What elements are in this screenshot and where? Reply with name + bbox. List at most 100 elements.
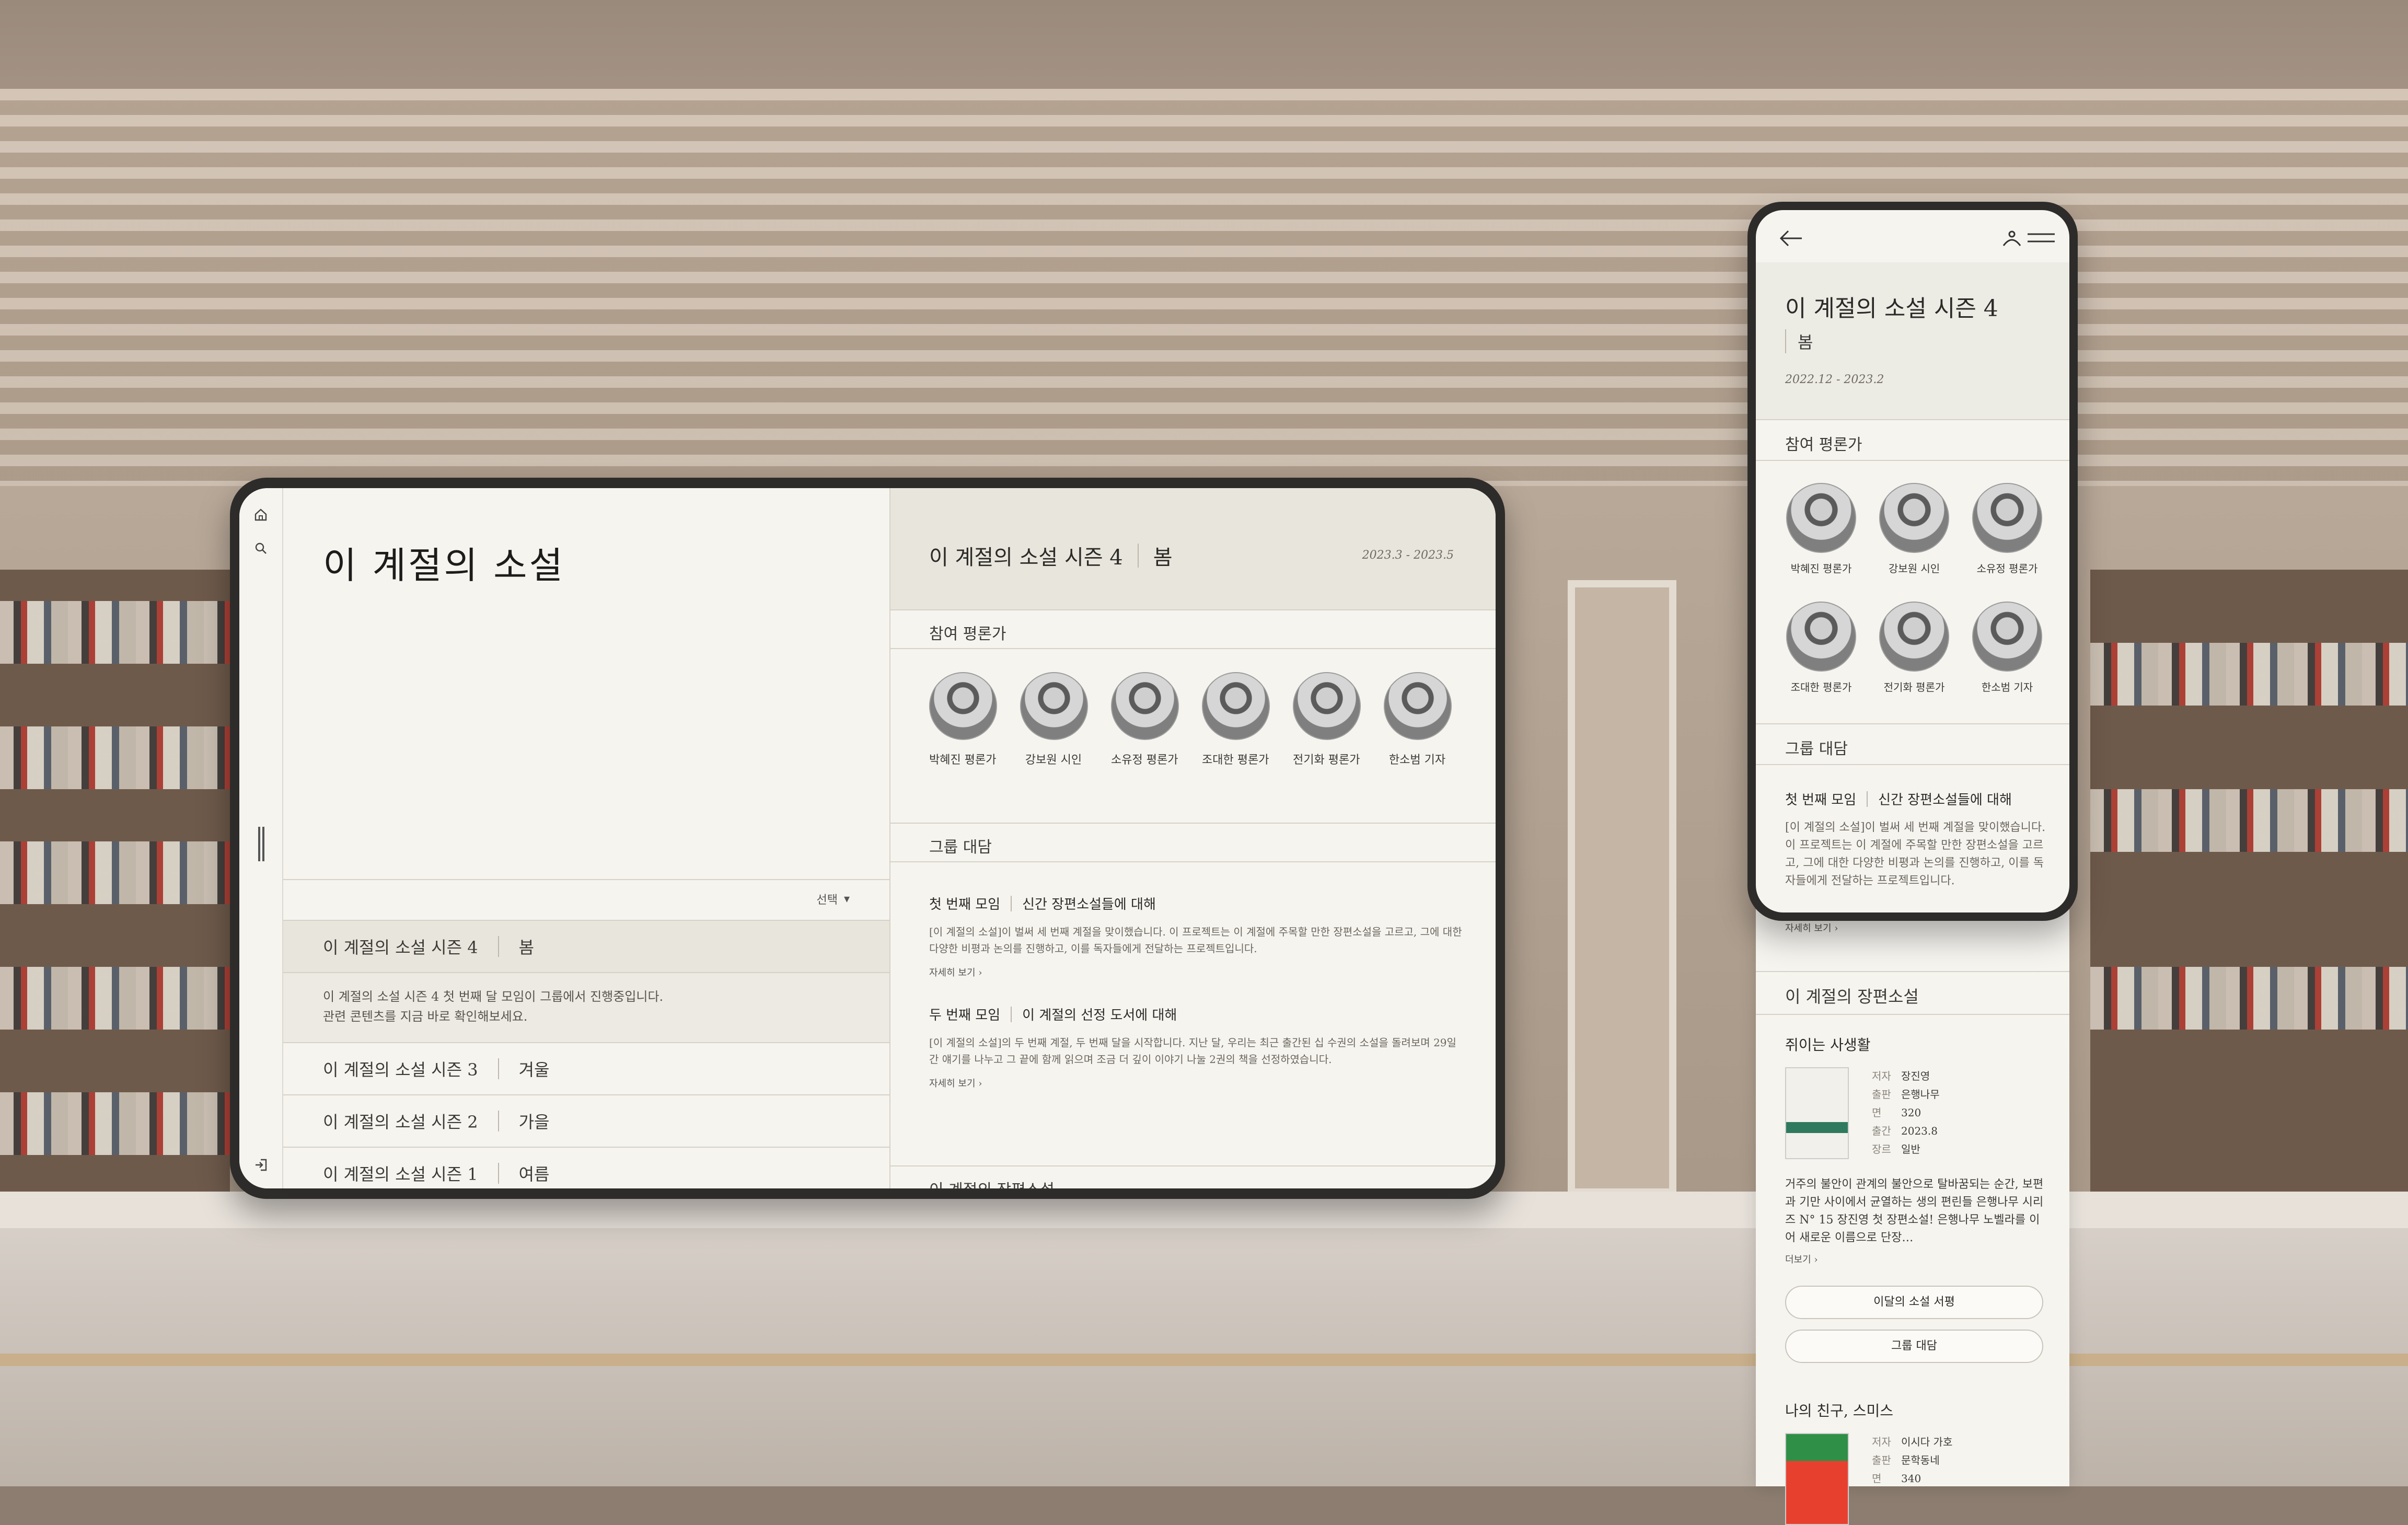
book-description: 거주의 불안이 관계의 불안으로 탈바꿈되는 순간, 보편과 기만 사이에서 균… (1785, 1178, 2044, 1244)
shelf-row (2090, 789, 2408, 852)
shelf-row (0, 841, 230, 904)
book-item[interactable]: 나의 친구, 스미스 저자 이시다 가호 출판 문학동네 면 340 (1785, 1400, 2046, 1525)
shelf-row (2090, 643, 2408, 706)
detail-date-range: 2023.3 - 2023.5 (1362, 549, 1454, 562)
critic-card[interactable]: 강보원 시인 (1878, 483, 1950, 575)
home-icon[interactable] (253, 507, 269, 523)
talk-heading: 그룹 대담 (929, 838, 992, 857)
critics-heading: 참여 평론가 (1785, 436, 1862, 454)
phone-top-bar (1756, 210, 2069, 262)
book-cover (1785, 1067, 1849, 1159)
season-name: 이 계절의 소설 시즌 1 (323, 1164, 478, 1184)
back-arrow-icon[interactable] (1779, 229, 1803, 250)
talk-item: 두 번째 모임 이 계절의 선정 도서에 대해 [이 계절의 소설]의 두 번째… (929, 1004, 1462, 1090)
season-list-pane: 이 계절의 소설 선택 ▾ 이 계절의 소설 시즌 4 봄 이 계절의 소설 시… (283, 488, 890, 1188)
critic-name: 소유정 평론가 (1976, 562, 2038, 575)
season-tag: 여름 (518, 1164, 550, 1184)
book-meta: 저자 장진영 출판 은행나무 면 320 출간 2023.8 장르 일반 (1872, 1067, 1940, 1159)
critic-card[interactable]: 조대한 평론가 (1785, 602, 1857, 694)
critic-name: 박혜진 평론가 (1790, 562, 1852, 575)
more-link[interactable]: 더보기 › (1785, 1252, 2046, 1266)
meta-key: 출간 (1872, 1125, 1891, 1137)
meta-key: 장르 (1872, 1143, 1891, 1156)
book-meta-row: 면 320 (1872, 1104, 1940, 1122)
book-info: 저자 이시다 가호 출판 문학동네 면 340 (1785, 1433, 2046, 1525)
talk-body: [이 계절의 소설]의 두 번째 계절, 두 번째 달을 시작합니다. 지난 달… (929, 1036, 1456, 1066)
menu-icon[interactable] (2028, 231, 2055, 248)
season-item-4[interactable]: 이 계절의 소설 시즌 4 봄 (283, 920, 889, 972)
meta-value: 은행나무 (1901, 1088, 1940, 1101)
critic-name: 한소범 기자 (1981, 681, 2033, 694)
read-more-link[interactable]: 자세히 보기 › (1785, 921, 1838, 934)
sort-dropdown[interactable]: 선택 ▾ (816, 891, 850, 907)
group-talk-button[interactable]: 그룹 대담 (1785, 1330, 2043, 1363)
shelf-row (0, 726, 230, 789)
profile-icon[interactable] (2001, 228, 2022, 251)
talk-body: [이 계절의 소설]이 벌써 세 번째 계절을 맞이했습니다. 이 프로젝트는 … (1785, 821, 2046, 887)
door (1568, 580, 1676, 1196)
phone-scroll-continuation: 자세히 보기 › 이 계절의 장편소설 쥐이는 사생활 저자 장진영 출판 은행나무… (1756, 909, 2069, 1525)
critic-card[interactable]: 한소범 기자 (1384, 672, 1452, 767)
season-desc-line: 이 계절의 소설 시즌 4 첫 번째 달 모임이 그룹에서 진행중입니다. (323, 989, 664, 1004)
avatar (1111, 672, 1179, 740)
season-item-2[interactable]: 이 계절의 소설 시즌 2 가을 (283, 1094, 889, 1147)
season-description: 이 계절의 소설 시즌 4 첫 번째 달 모임이 그룹에서 진행중입니다. 관련… (283, 972, 889, 1042)
app-title: 이 계절의 소설 (323, 544, 565, 587)
meta-key: 저자 (1872, 1070, 1891, 1082)
novels-heading: 이 계절의 장편소설 (929, 1177, 1055, 1188)
critic-card[interactable]: 박혜진 평론가 (929, 672, 997, 767)
critic-card[interactable]: 소유정 평론가 (1111, 672, 1179, 767)
critic-name: 조대한 평론가 (1202, 754, 1269, 767)
avatar (1202, 672, 1270, 740)
read-more-link[interactable]: 자세히 보기 › (929, 965, 1462, 979)
critic-name: 전기화 평론가 (1293, 754, 1360, 767)
critic-card[interactable]: 전기화 평론가 (1878, 602, 1950, 694)
nav-rail (239, 488, 283, 1188)
talk-title: 첫 번째 모임 신간 장편소설들에 대해 (929, 894, 1462, 913)
bookshelf-right (2090, 570, 2408, 1223)
critic-card[interactable]: 한소범 기자 (1971, 602, 2043, 694)
critic-card[interactable]: 박혜진 평론가 (1785, 483, 1857, 575)
divider (497, 1163, 499, 1184)
meta-key: 출판 (1872, 1454, 1891, 1466)
season-item-3[interactable]: 이 계절의 소설 시즌 3 겨울 (283, 1042, 889, 1094)
monthly-review-button[interactable]: 이달의 소설 서평 (1785, 1286, 2043, 1319)
tablet-screen: 이 계절의 소설 선택 ▾ 이 계절의 소설 시즌 4 봄 이 계절의 소설 시… (239, 488, 1496, 1188)
book-info: 저자 장진영 출판 은행나무 면 320 출간 2023.8 장르 일반 (1785, 1067, 2046, 1159)
detail-header: 이 계절의 소설 시즌 4 봄 2023.3 - 2023.5 (890, 488, 1496, 609)
detail-season-name: 이 계절의 소설 시즌 4 (929, 546, 1123, 570)
critics-section-header: 참여 평론가 (1756, 420, 2069, 461)
read-more-link[interactable]: 자세히 보기 › (929, 1076, 1462, 1090)
book-item[interactable]: 쥐이는 사생활 저자 장진영 출판 은행나무 면 320 출간 2023.8 장르 일반 … (1785, 1034, 2046, 1266)
season-item-1[interactable]: 이 계절의 소설 시즌 1 여름 (283, 1147, 889, 1188)
critic-name: 박혜진 평론가 (929, 754, 997, 767)
season-name: 이 계절의 소설 시즌 4 (323, 938, 478, 957)
critics-section-header: 참여 평론가 (890, 609, 1496, 649)
critics-row: 박혜진 평론가 강보원 시인 소유정 평론가 조대한 평론가 전기화 평론가 한… (929, 672, 1452, 767)
book-meta-row: 저자 장진영 (1872, 1067, 1940, 1085)
shelf-row (0, 967, 230, 1030)
talk-topic: 신간 장편소설들에 대해 (1022, 897, 1156, 912)
book-meta-row: 면 340 (1872, 1470, 1952, 1488)
critic-card[interactable]: 조대한 평론가 (1202, 672, 1270, 767)
critic-card[interactable]: 소유정 평론가 (1971, 483, 2043, 575)
talk-section-header: 그룹 대담 (890, 823, 1496, 862)
talk-label: 첫 번째 모임 (1785, 792, 1857, 808)
tablet-device: 이 계절의 소설 선택 ▾ 이 계절의 소설 시즌 4 봄 이 계절의 소설 시… (230, 478, 1505, 1199)
season-tag: 봄 (518, 938, 535, 957)
meta-value: 340 (1901, 1472, 1921, 1485)
pane-resize-handle[interactable] (258, 827, 264, 861)
logout-icon[interactable] (253, 1157, 269, 1173)
talk-section-header: 그룹 대담 (1756, 723, 2069, 765)
divider (497, 1058, 499, 1079)
critic-name: 강보원 시인 (1025, 754, 1082, 767)
critic-card[interactable]: 강보원 시인 (1020, 672, 1088, 767)
critics-grid: 박혜진 평론가 강보원 시인 소유정 평론가 조대한 평론가 전기화 평론가 한… (1785, 483, 2046, 694)
meta-key: 출판 (1872, 1088, 1891, 1101)
critic-card[interactable]: 전기화 평론가 (1293, 672, 1361, 767)
search-icon[interactable] (253, 540, 269, 556)
talk-topic: 이 계절의 선정 도서에 대해 (1022, 1008, 1177, 1023)
meta-key: 저자 (1872, 1436, 1891, 1448)
book-meta-row: 출판 은행나무 (1872, 1085, 1940, 1104)
caret-down-icon: ▾ (843, 892, 850, 906)
